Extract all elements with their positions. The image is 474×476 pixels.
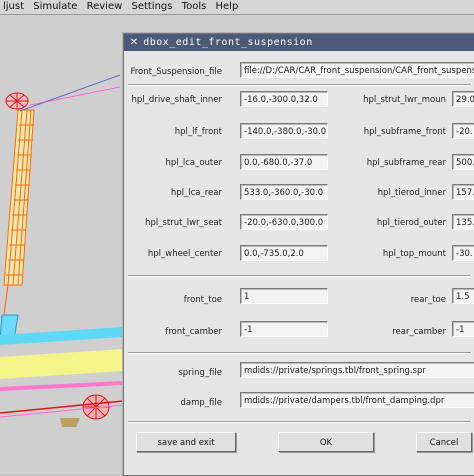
save-and-exit-button[interactable]: save and exit bbox=[136, 432, 236, 452]
damper-file-field[interactable]: mdids://private/dampers.tbl/front_dampin… bbox=[240, 392, 474, 408]
menu-tools[interactable]: Tools bbox=[179, 0, 210, 14]
field-label: hpl_subframe_front bbox=[363, 127, 446, 137]
rear-toe-label: rear_toe bbox=[410, 295, 446, 305]
hpl-lca-outer-field[interactable]: 0.0,-680.0,-37.0 bbox=[240, 154, 328, 170]
front-toe-label: front_toe bbox=[183, 295, 222, 305]
field-label: hpl_tierod_outer bbox=[376, 218, 446, 228]
hpl-strut-lwr-mount-field[interactable]: 29.0 bbox=[452, 91, 474, 107]
divider bbox=[128, 84, 471, 86]
field-label: hpl_wheel_center bbox=[147, 249, 222, 259]
hpl-subframe-rear-field[interactable]: 500. bbox=[452, 154, 474, 170]
dialog-title: dbox_edit_front_suspension bbox=[143, 37, 313, 48]
hpl-top-mount-field[interactable]: -30. bbox=[452, 245, 474, 261]
field-label: hpl_lca_outer bbox=[165, 158, 222, 168]
divider bbox=[128, 352, 471, 354]
front-camber-label: front_camber bbox=[165, 327, 222, 337]
field-label: hpl_lf_front bbox=[174, 127, 222, 137]
rear-toe-field[interactable]: 1.5 bbox=[452, 288, 474, 304]
close-icon[interactable]: ✕ bbox=[128, 34, 140, 51]
top-mount bbox=[5, 92, 29, 110]
menu-review[interactable]: Review bbox=[84, 0, 126, 14]
damper-file-label: damp_file bbox=[180, 398, 222, 408]
hpl-lf-front-field[interactable]: -140.0,-380.0,-30.0 bbox=[240, 123, 328, 139]
front-camber-field[interactable]: -1 bbox=[240, 321, 328, 337]
field-label: hpl_drive_shaft_inner bbox=[131, 95, 222, 105]
menu-help[interactable]: Help bbox=[213, 0, 242, 14]
field-label: hpl_top_mount bbox=[382, 249, 446, 259]
spring-file-label: spring_file bbox=[178, 368, 222, 378]
spring-file-field[interactable]: mdids://private/springs.tbl/front_spring… bbox=[240, 362, 474, 378]
hpl-wheel-center-field[interactable]: 0.0,-735.0,2.0 bbox=[240, 245, 328, 261]
divider bbox=[128, 421, 471, 423]
menu-simulate[interactable]: Simulate bbox=[30, 0, 80, 14]
ok-button[interactable]: OK bbox=[278, 432, 374, 452]
field-label: hpl_strut_lwr_moun bbox=[363, 95, 446, 105]
hpl-tierod-inner-field[interactable]: 157. bbox=[452, 184, 474, 200]
field-label: hpl_tierod_inner bbox=[377, 188, 446, 198]
front-suspension-file-label: Front_Suspension_file bbox=[130, 67, 222, 77]
edit-front-suspension-dialog: ✕ dbox_edit_front_suspension Front_Suspe… bbox=[123, 33, 474, 476]
hpl-drive-shaft-inner-field[interactable]: -16.0,-300.0,32.0 bbox=[240, 91, 328, 107]
hpl-lca-rear-field[interactable]: 533.0,-360.0,-30.0 bbox=[240, 184, 328, 200]
hpl-subframe-front-field[interactable]: -20. bbox=[452, 123, 474, 139]
front-suspension-file-field[interactable]: file://D:/CAR/CAR_front_suspension/CAR_f… bbox=[240, 62, 474, 78]
hpl-tierod-outer-field[interactable]: 135. bbox=[452, 214, 474, 230]
menu-bar: ljust Simulate Review Settings Tools Hel… bbox=[0, 0, 474, 15]
cancel-button[interactable]: Cancel bbox=[416, 432, 472, 452]
menu-adjust[interactable]: ljust bbox=[0, 0, 27, 14]
dialog-titlebar[interactable]: ✕ dbox_edit_front_suspension bbox=[124, 34, 474, 51]
field-label: hpl_strut_lwr_seat bbox=[145, 218, 222, 228]
divider bbox=[128, 275, 471, 277]
field-label: hpl_lca_rear bbox=[170, 188, 222, 198]
field-label: hpl_subframe_rear bbox=[366, 158, 446, 168]
front-toe-field[interactable]: 1 bbox=[240, 288, 328, 304]
rear-camber-label: rear_camber bbox=[392, 327, 446, 337]
hpl-strut-lwr-seat-field[interactable]: -20.0,-630.0,300.0 bbox=[240, 214, 328, 230]
menu-settings[interactable]: Settings bbox=[128, 0, 175, 14]
rear-camber-field[interactable]: -1 bbox=[452, 321, 474, 337]
